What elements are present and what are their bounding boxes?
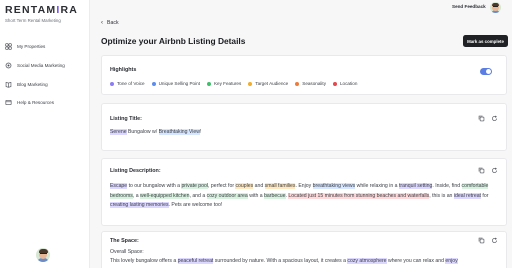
legend-dot bbox=[110, 81, 114, 86]
listing-title-heading: Listing Title: bbox=[110, 116, 142, 122]
brand-logo[interactable]: RENTAMIRA bbox=[5, 4, 78, 16]
the-space-actions bbox=[472, 237, 498, 244]
legend-item-seasonality: Seasonality bbox=[295, 81, 326, 86]
the-space-card: The Space: Overall Space: This lovely bu… bbox=[101, 231, 507, 268]
highlights-title: Highlights bbox=[110, 67, 137, 73]
sidebar-item-label: Blog Marketing bbox=[17, 81, 48, 87]
sidebar-item-blog-marketing[interactable]: Blog Marketing bbox=[5, 79, 87, 90]
mark-as-complete-button[interactable]: Mark as complete bbox=[463, 35, 508, 47]
listing-description-actions bbox=[472, 167, 498, 174]
megaphone-icon bbox=[5, 62, 12, 69]
listing-title-actions bbox=[472, 115, 498, 122]
listing-title-card: Listing Title: Serene Bungalow w/ Breath… bbox=[101, 103, 507, 151]
the-space-text: This lovely bungalow offers a peaceful r… bbox=[110, 258, 458, 264]
chevron-left-icon: ‹ bbox=[101, 20, 103, 26]
legend-dot bbox=[248, 81, 253, 86]
user-avatar[interactable] bbox=[36, 248, 50, 262]
listing-title-text: Serene Bungalow w/ Breathtaking View! bbox=[110, 129, 202, 135]
back-label: Back bbox=[107, 20, 119, 26]
sidebar-nav: My Properties Social Media Marketing Blo… bbox=[5, 41, 87, 116]
legend-item-key-features: Key Features bbox=[206, 81, 241, 86]
sidebar-item-help-resources[interactable]: Help & Resources bbox=[5, 97, 87, 108]
help-icon bbox=[5, 99, 12, 106]
sidebar-item-label: My Properties bbox=[17, 44, 46, 49]
legend-item-target-audience: Target Audience bbox=[248, 81, 288, 86]
listing-description-card: Listing Description: Escape to our bunga… bbox=[101, 158, 507, 226]
sidebar: RENTAMIRA Short Term Rental Marketing My… bbox=[0, 0, 90, 268]
back-link[interactable]: ‹ Back bbox=[101, 20, 119, 26]
account-avatar[interactable] bbox=[490, 2, 501, 13]
send-feedback-link[interactable]: Send Feedback bbox=[452, 4, 486, 9]
listing-description-text: Escape to our bungalow with a private po… bbox=[110, 183, 489, 209]
highlights-legend: Tone of Voice Unique Selling Point Key F… bbox=[110, 81, 364, 86]
listing-description-heading: Listing Description: bbox=[110, 168, 161, 174]
regenerate-icon[interactable] bbox=[491, 237, 498, 244]
regenerate-icon[interactable] bbox=[491, 115, 498, 122]
the-space-subtitle: Overall Space: bbox=[110, 249, 144, 255]
sidebar-item-social-media-marketing[interactable]: Social Media Marketing bbox=[5, 60, 87, 71]
copy-icon[interactable] bbox=[478, 167, 485, 174]
legend-dot bbox=[295, 81, 300, 86]
legend-item-usp: Unique Selling Point bbox=[151, 81, 200, 86]
copy-icon[interactable] bbox=[478, 115, 485, 122]
legend-item-location: Location bbox=[333, 81, 357, 86]
book-icon bbox=[5, 81, 12, 88]
legend-dot bbox=[333, 81, 337, 86]
grid-icon bbox=[5, 43, 12, 50]
copy-icon[interactable] bbox=[478, 237, 485, 244]
brand-tagline: Short Term Rental Marketing bbox=[5, 18, 61, 23]
legend-dot bbox=[151, 81, 156, 86]
sidebar-item-label: Social Media Marketing bbox=[17, 62, 65, 68]
legend-item-tone: Tone of Voice bbox=[110, 81, 145, 86]
the-space-heading: The Space: bbox=[110, 238, 139, 244]
regenerate-icon[interactable] bbox=[491, 167, 498, 174]
highlights-toggle[interactable] bbox=[480, 68, 492, 75]
page-title: Optimize your Airbnb Listing Details bbox=[101, 36, 246, 46]
highlights-card: Highlights Tone of Voice Unique Selling … bbox=[101, 55, 507, 95]
sidebar-item-my-properties[interactable]: My Properties bbox=[5, 41, 87, 52]
legend-dot bbox=[206, 81, 211, 86]
sidebar-item-label: Help & Resources bbox=[17, 100, 55, 106]
